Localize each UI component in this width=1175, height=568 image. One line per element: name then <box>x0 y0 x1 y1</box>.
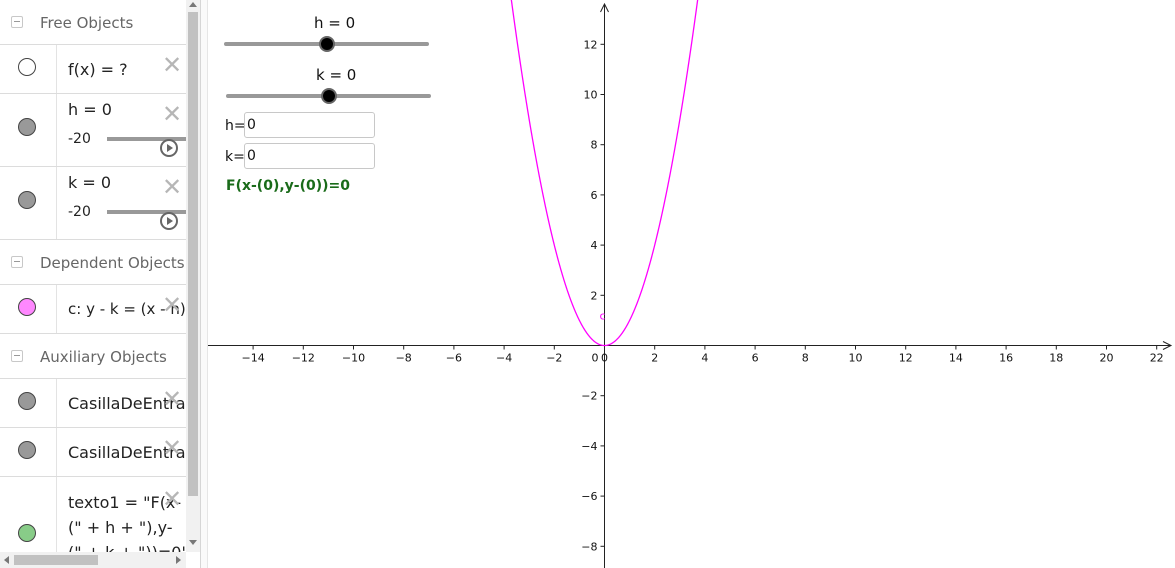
x-tick-label: 0 <box>601 352 608 365</box>
x-tick-label: 10 <box>849 352 863 365</box>
x-tick-label: 6 <box>752 352 759 365</box>
close-icon[interactable]: ✕ <box>162 487 182 511</box>
visibility-toggle-icon[interactable] <box>18 298 36 316</box>
horizontal-scrollbar[interactable] <box>0 552 186 568</box>
section-title: Dependent Objects <box>40 254 185 272</box>
y-tick-label: −6 <box>581 490 597 503</box>
close-icon[interactable]: ✕ <box>162 102 182 126</box>
algebra-item-f[interactable]: f(x) = ? ✕ <box>0 45 186 94</box>
section-dependent-objects[interactable]: Dependent Objects <box>0 240 186 285</box>
x-tick-label: 2 <box>651 352 658 365</box>
input-k-label: k= <box>225 149 245 165</box>
close-icon[interactable]: ✕ <box>162 387 182 411</box>
formula-text: F(x-(0),y-(0))=0 <box>226 178 351 194</box>
y-tick-label: 12 <box>584 38 598 51</box>
y-tick-label: 6 <box>591 189 598 202</box>
x-tick-label: 14 <box>949 352 963 365</box>
vertical-scrollbar[interactable] <box>186 0 200 552</box>
input-k-field[interactable] <box>244 143 375 169</box>
x-tick-label: 8 <box>802 352 809 365</box>
algebra-item-input1[interactable]: CasillaDeEntrada1 ✕ <box>0 379 186 428</box>
close-icon[interactable]: ✕ <box>162 53 182 77</box>
algebra-item-texto1[interactable]: texto1 = "F(x- (" + h + "),y- (" + k + "… <box>0 477 186 562</box>
section-auxiliary-objects[interactable]: Auxiliary Objects <box>0 334 186 379</box>
coordinate-plane[interactable]: −14 −12 −10 −8 −6 −4 −2 0 2 4 6 8 10 12 14 16 18 20 22−8−6… <box>208 0 1175 568</box>
axes <box>208 2 1173 568</box>
visibility-toggle-icon[interactable] <box>18 191 36 209</box>
visibility-toggle-icon[interactable] <box>18 392 36 410</box>
y-tick-label: −4 <box>581 440 597 453</box>
x-tick-label: 18 <box>1049 352 1063 365</box>
algebra-view: Free Objects f(x) = ? ✕ h = 0 ✕ -20 k = … <box>0 0 200 568</box>
collapse-icon[interactable] <box>11 256 23 268</box>
x-tick-label: 12 <box>899 352 913 365</box>
marble-cell <box>0 379 57 427</box>
section-free-objects[interactable]: Free Objects <box>0 0 186 45</box>
algebra-item-c[interactable]: c: y - k = (x - h)² ✕ <box>0 285 186 334</box>
slider-h-knob[interactable] <box>318 36 335 52</box>
y-tick-label: 10 <box>584 89 598 102</box>
slider-min-label: -20 <box>68 131 91 147</box>
visibility-toggle-icon[interactable] <box>18 118 36 136</box>
x-tick-label: −8 <box>396 352 412 365</box>
scroll-right-arrow-icon[interactable] <box>176 556 181 564</box>
y-tick-label: −2 <box>581 390 597 403</box>
x-tick-label: −10 <box>342 352 365 365</box>
algebra-item-h[interactable]: h = 0 ✕ -20 <box>0 94 186 167</box>
scroll-thumb[interactable] <box>188 12 198 496</box>
x-tick-label: −6 <box>446 352 462 365</box>
y-tick-label: −8 <box>581 540 597 553</box>
x-tick-label: −14 <box>241 352 264 365</box>
graphics-view[interactable]: −14 −12 −10 −8 −6 −4 −2 0 2 4 6 8 10 12 14 16 18 20 22 −8 −6… <box>208 0 1175 568</box>
y-tick-label: 4 <box>591 239 598 252</box>
slider-k-label: k = 0 <box>316 66 357 84</box>
slider-k-knob[interactable] <box>320 88 337 104</box>
x-tick-label: 16 <box>999 352 1013 365</box>
algebra-item-input2[interactable]: CasillaDeEntrada2 ✕ <box>0 428 186 477</box>
text-quote-icon[interactable] <box>18 524 36 542</box>
tick-labels: −14 −12 −10 −8 −6 −4 −2 0 2 4 6 8 10 12 14 16 18 20 22−8−6… <box>241 38 1163 553</box>
slider-h-label: h = 0 <box>314 14 356 32</box>
visibility-toggle-icon[interactable] <box>18 441 36 459</box>
marble-cell <box>0 428 57 476</box>
scroll-up-arrow-icon[interactable] <box>189 2 197 7</box>
slider-min-label: -20 <box>68 204 91 220</box>
x-tick-label: 20 <box>1100 352 1114 365</box>
close-icon[interactable]: ✕ <box>162 175 182 199</box>
marble-cell <box>0 167 57 239</box>
marble-cell <box>0 477 57 557</box>
play-icon[interactable] <box>160 212 178 230</box>
scroll-down-arrow-icon[interactable] <box>189 540 197 545</box>
algebra-item-k[interactable]: k = 0 ✕ -20 <box>0 167 186 240</box>
close-icon[interactable]: ✕ <box>162 293 182 317</box>
x-tick-label: 4 <box>701 352 708 365</box>
origin-label: 0 <box>592 352 599 365</box>
y-tick-label: 2 <box>591 289 598 302</box>
marble-cell <box>0 45 57 93</box>
visibility-toggle-icon[interactable] <box>18 58 36 76</box>
x-tick-label: 22 <box>1150 352 1164 365</box>
close-icon[interactable]: ✕ <box>162 436 182 460</box>
x-tick-label: −4 <box>496 352 512 365</box>
x-tick-label: −12 <box>292 352 315 365</box>
x-tick-label: −2 <box>546 352 562 365</box>
scroll-left-arrow-icon[interactable] <box>4 556 9 564</box>
collapse-icon[interactable] <box>11 16 23 28</box>
y-tick-label: 8 <box>591 139 598 152</box>
section-title: Free Objects <box>40 14 134 32</box>
section-title: Auxiliary Objects <box>40 348 167 366</box>
input-h-field[interactable] <box>244 112 375 138</box>
view-divider[interactable] <box>200 0 208 568</box>
input-h-label: h= <box>225 118 246 134</box>
curve-label: c <box>600 310 606 323</box>
scroll-thumb[interactable] <box>14 555 98 565</box>
collapse-icon[interactable] <box>11 350 23 362</box>
play-icon[interactable] <box>160 139 178 157</box>
definition-text-line-2[interactable]: (" + h + "),y- <box>68 518 186 537</box>
marble-cell <box>0 285 57 333</box>
marble-cell <box>0 94 57 166</box>
